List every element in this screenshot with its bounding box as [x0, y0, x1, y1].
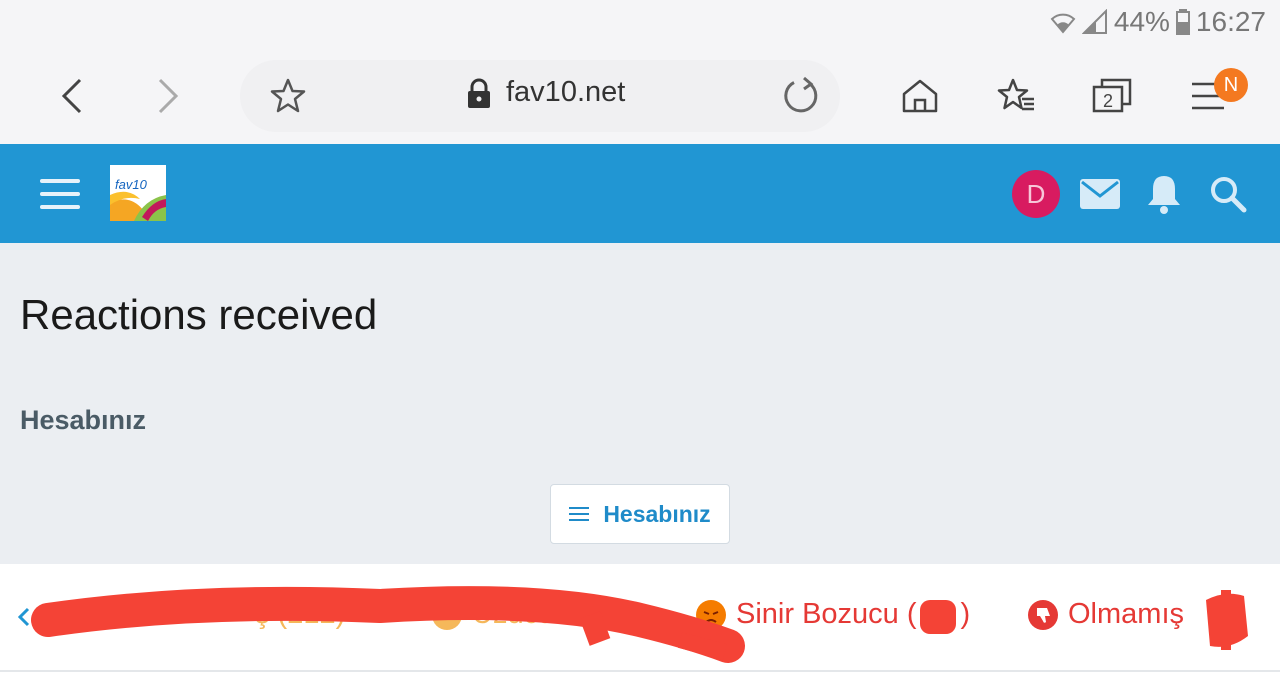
sad-face-icon — [432, 599, 462, 630]
page-title: Reactions received — [20, 291, 378, 338]
tabs-button[interactable]: 2 — [1082, 66, 1142, 126]
url-text: fav10.net — [506, 76, 626, 108]
tab-reaction-2[interactable]: ş (212) — [255, 598, 345, 631]
tab-reaction-1-label: (36) — [50, 598, 102, 630]
bookmarks-list-icon — [997, 78, 1034, 111]
site-menu-button[interactable] — [40, 179, 80, 209]
angry-face-icon — [696, 599, 726, 630]
avatar[interactable]: D — [1012, 170, 1060, 218]
tab-reaction-1[interactable]: (36) — [50, 598, 102, 631]
forward-button[interactable] — [138, 66, 198, 126]
logo-text: fav10 — [115, 177, 148, 192]
back-button[interactable] — [42, 66, 102, 126]
chevron-left-icon — [61, 78, 82, 114]
logo-image: fav10 — [110, 165, 166, 221]
clock: 16:27 — [1195, 6, 1266, 37]
alerts-button[interactable] — [1140, 170, 1188, 218]
tab-reaction-angry-label: Sinir Bozucu ( — [736, 598, 917, 630]
bell-icon — [1148, 176, 1180, 214]
account-menu-label: Hesabınız — [603, 500, 711, 527]
list-icon — [569, 507, 590, 521]
tab-reaction-dislike-label: Olmamış — [1068, 598, 1184, 630]
tab-reaction-sad[interactable]: Üzücü — [432, 598, 554, 631]
reaction-tabs: (36) ş (212) Üzücü Sinir Bozucu ( ) Olma… — [0, 564, 1280, 672]
breadcrumb[interactable]: Hesabınız — [20, 405, 146, 436]
battery-icon — [1175, 9, 1190, 35]
tab-reaction-angry[interactable]: Sinir Bozucu ( ) — [696, 598, 970, 631]
signal-icon — [1081, 9, 1107, 34]
tab-reaction-sad-label: Üzücü — [472, 598, 555, 630]
star-icon — [270, 78, 306, 113]
battery-percent: 44% — [1113, 6, 1170, 37]
envelope-icon — [1080, 179, 1120, 209]
bookmarks-button[interactable] — [986, 66, 1046, 126]
chevron-right-icon — [158, 78, 179, 114]
tab-count: 2 — [1103, 91, 1113, 111]
tabs-icon: 2 — [1092, 78, 1132, 113]
reload-button[interactable] — [770, 66, 830, 126]
wifi-icon — [1050, 13, 1076, 34]
notification-badge: N — [1214, 68, 1248, 102]
browser-toolbar: fav10.net 2 N — [0, 48, 1280, 144]
tabs-scroll-left-button[interactable] — [17, 606, 30, 634]
chevron-left-icon — [17, 607, 30, 627]
lock-icon — [468, 78, 490, 108]
site-logo[interactable]: fav10 — [110, 165, 166, 221]
status-bar: 44% 16:27 — [0, 0, 1280, 48]
bookmark-page-button[interactable] — [258, 66, 318, 126]
home-button[interactable] — [890, 66, 950, 126]
thumbs-down-icon — [1028, 599, 1058, 630]
tab-reaction-dislike[interactable]: Olmamış — [1028, 598, 1184, 631]
site-header: fav10 D — [0, 144, 1280, 243]
account-menu-button[interactable]: Hesabınız — [550, 484, 730, 544]
reload-icon — [784, 76, 818, 113]
search-button[interactable] — [1204, 170, 1252, 218]
tab-reaction-2-label: ş (212) — [255, 598, 346, 630]
tab-reaction-angry-close: ) — [960, 598, 971, 630]
home-icon — [902, 79, 938, 113]
search-icon — [1211, 177, 1247, 213]
page-content: Reactions received Hesabınız Hesabınız — [0, 243, 1280, 564]
inbox-button[interactable] — [1076, 170, 1124, 218]
